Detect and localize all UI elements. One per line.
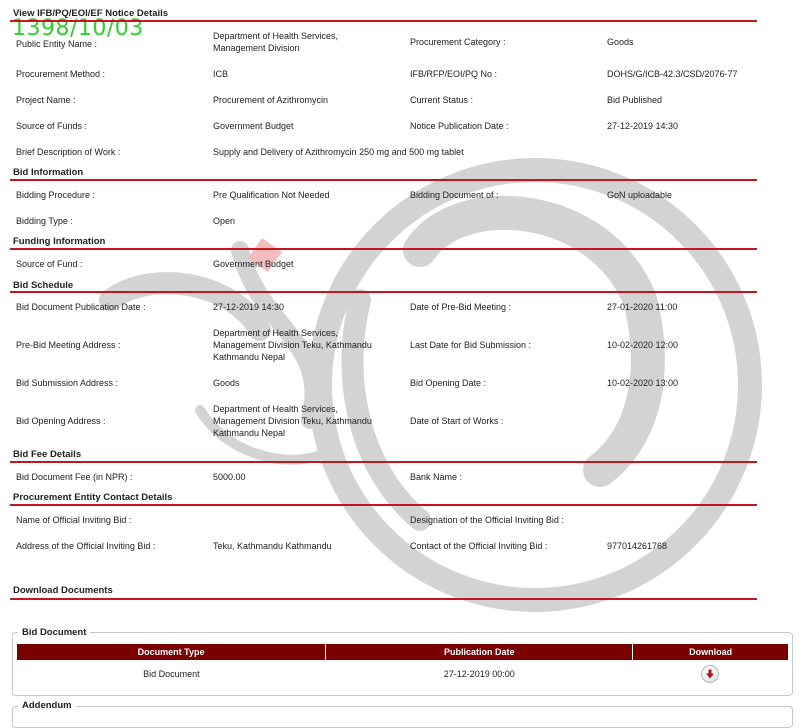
field-label: Bidding Procedure : xyxy=(16,190,96,200)
downloads-title: Download Documents xyxy=(13,585,113,596)
bid-info-title: Bid Information xyxy=(13,167,84,178)
field-value: Government Budget xyxy=(213,259,294,269)
addendum-legend: Addendum xyxy=(18,700,76,711)
field-label: Pre-Bid Meeting Address : xyxy=(16,340,121,350)
schedule-title: Bid Schedule xyxy=(13,280,74,291)
column-header-document-type: Document Type xyxy=(17,644,327,660)
field-value: Procurement of Azithromycin xyxy=(213,95,329,105)
publication-date-cell: 27-12-2019 00:00 xyxy=(443,669,515,679)
funding-title: Funding Information xyxy=(13,236,106,247)
field-label: Date of Pre-Bid Meeting : xyxy=(410,302,512,312)
field-value: 27-12-2019 14:30 xyxy=(213,302,285,312)
contact-title: Procurement Entity Contact Details xyxy=(13,492,173,503)
field-label: Project Name : xyxy=(16,95,76,105)
table-row: Bid Document 27-12-2019 00:00 xyxy=(17,660,788,688)
field-label: Current Status : xyxy=(410,95,474,105)
field-label: Source of Funds : xyxy=(16,121,88,131)
field-label: Name of Official Inviting Bid : xyxy=(16,515,132,525)
field-value: GoN uploadable xyxy=(607,190,673,200)
field-label: Procurement Method : xyxy=(16,69,106,79)
field-value: 27-12-2019 14:30 xyxy=(607,121,679,131)
field-value: 5000.00 xyxy=(213,472,246,482)
field-label: Contact of the Official Inviting Bid : xyxy=(410,541,548,551)
download-arrow-icon[interactable] xyxy=(701,665,720,683)
field-value: Department of Health Services, Managemen… xyxy=(213,328,372,362)
table-header-row: Document Type Publication Date Download xyxy=(17,644,788,660)
field-value: Supply and Delivery of Azithromycin 250 … xyxy=(213,147,464,157)
field-label: Bid Opening Address : xyxy=(16,416,106,426)
column-header-publication-date: Publication Date xyxy=(325,644,634,660)
field-label: Bidding Type : xyxy=(16,216,73,226)
section-divider xyxy=(10,598,757,600)
bid-document-legend: Bid Document xyxy=(18,627,91,638)
field-value: DOHS/G/ICB-42.3/CSD/2076-77 xyxy=(607,69,738,79)
field-label: Brief Description of Work : xyxy=(16,147,121,157)
field-value: 10-02-2020 13:00 xyxy=(607,378,679,388)
document-type-cell: Bid Document xyxy=(143,669,200,679)
field-value: Government Budget xyxy=(213,121,294,131)
field-value: 977014261768 xyxy=(607,541,668,551)
field-value: Bid Published xyxy=(607,95,663,105)
field-value: Open xyxy=(213,216,236,226)
fee-title: Bid Fee Details xyxy=(13,449,82,460)
field-label: Designation of the Official Inviting Bid… xyxy=(410,515,564,525)
field-value: Goods xyxy=(213,378,240,388)
field-value: ICB xyxy=(213,69,229,79)
field-label: Notice Publication Date : xyxy=(410,121,509,131)
field-label: Bid Document Publication Date : xyxy=(16,302,146,312)
field-label: Procurement Category : xyxy=(410,37,506,47)
field-value: 27-01-2020 11:00 xyxy=(607,302,678,312)
section-divider xyxy=(10,461,757,463)
field-label: Bid Submission Address : xyxy=(16,378,119,388)
addendum-fieldset xyxy=(12,706,793,728)
watermark-logo xyxy=(99,158,762,612)
field-label: Last Date for Bid Submission : xyxy=(410,340,532,350)
notice-title: View IFB/PQ/EOI/EF Notice Details xyxy=(13,8,169,19)
field-label: Bid Opening Date : xyxy=(410,378,487,388)
download-cell xyxy=(633,660,788,688)
field-value: Department of Health Services, Managemen… xyxy=(213,31,339,53)
column-header-download: Download xyxy=(632,644,788,660)
field-label: Public Entity Name : xyxy=(16,39,98,49)
documents-table: Document Type Publication Date Download … xyxy=(17,644,788,688)
field-value: 10-02-2020 12:00 xyxy=(607,340,679,350)
field-label: IFB/RFP/EOI/PQ No : xyxy=(410,69,498,79)
field-label: Bidding Document of : xyxy=(410,190,499,200)
section-divider xyxy=(10,248,757,250)
section-divider xyxy=(10,291,757,293)
section-divider xyxy=(10,504,757,506)
section-divider xyxy=(10,179,757,181)
field-label: Date of Start of Works : xyxy=(410,416,504,426)
section-divider xyxy=(10,20,757,22)
field-value: Department of Health Services, Managemen… xyxy=(213,404,372,438)
field-label: Address of the Official Inviting Bid : xyxy=(16,541,156,551)
field-label: Source of Fund : xyxy=(16,259,83,269)
field-label: Bank Name : xyxy=(410,472,463,482)
field-value: Pre Qualification Not Needed xyxy=(213,190,330,200)
field-value: Goods xyxy=(607,37,634,47)
field-value: Teku, Kathmandu Kathmandu xyxy=(213,541,332,551)
field-label: Bid Document Fee (in NPR) : xyxy=(16,472,133,482)
